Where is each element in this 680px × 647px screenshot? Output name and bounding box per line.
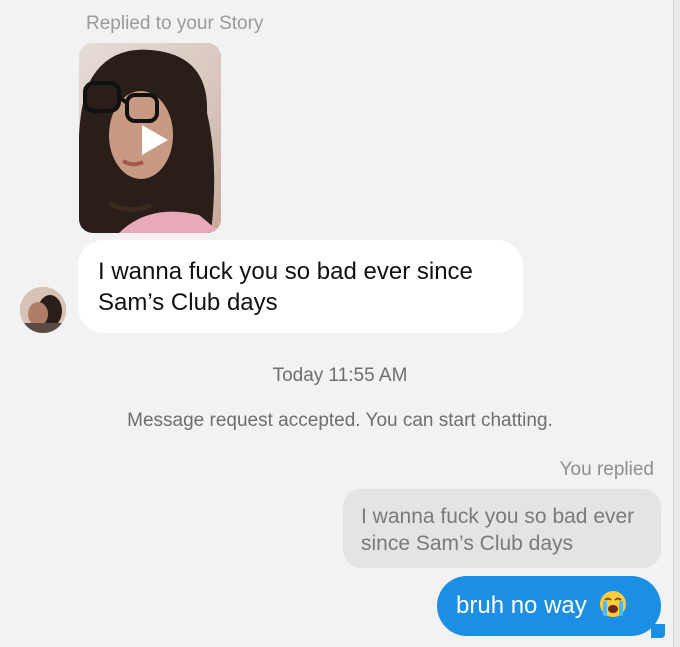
loudly-crying-face-icon [600,591,627,617]
outgoing-message-text: bruh no way [456,592,587,619]
conversation-timestamp: Today 11:55 AM [272,365,408,386]
sender-avatar[interactable] [20,287,66,333]
story-reply-caption: Replied to your Story [86,13,264,34]
quoted-message-text: I wanna fuck you so bad ever since Sam’s… [361,505,635,555]
scroll-edge [673,0,680,647]
incoming-message-bubble[interactable]: I wanna fuck you so bad ever since Sam’s… [78,240,523,333]
story-thumbnail[interactable] [79,43,221,233]
play-icon[interactable] [134,121,172,159]
incoming-message-text: I wanna fuck you so bad ever since Sam’s… [98,258,473,316]
system-message: Message request accepted. You can start … [127,410,553,431]
reply-context-label: You replied [559,459,654,480]
quoted-message-bubble[interactable]: I wanna fuck you so bad ever since Sam’s… [343,489,661,568]
outgoing-message-bubble[interactable]: bruh no way [437,576,661,636]
